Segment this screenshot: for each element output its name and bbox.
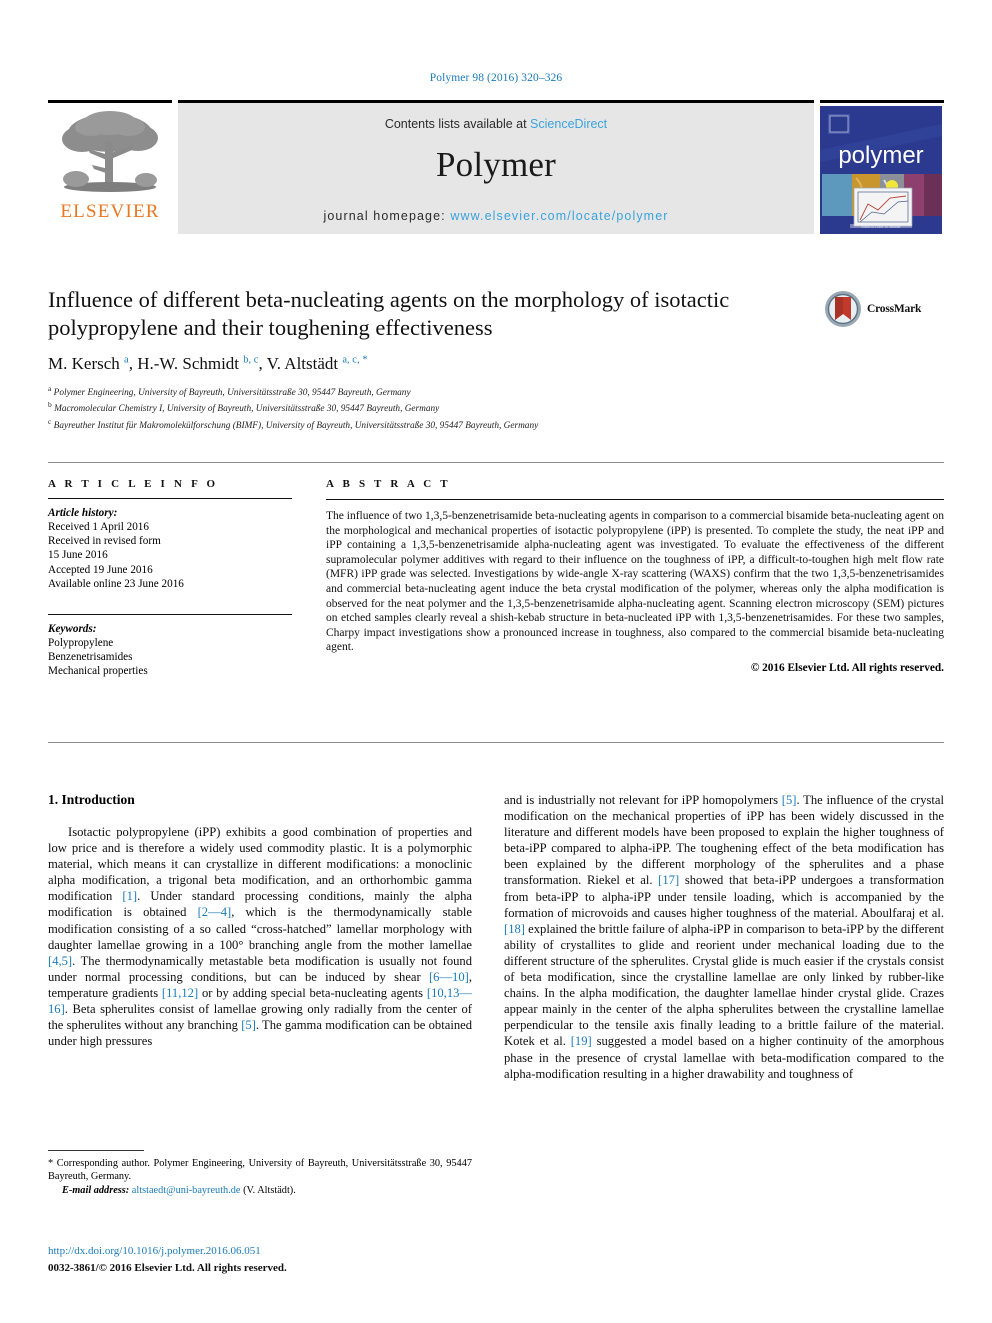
- keyword-item: Polypropylene: [48, 637, 114, 650]
- running-head-citation: Polymer 98 (2016) 320–326: [429, 72, 563, 84]
- svg-text:Editor-in-Chief: M. Moeller: Editor-in-Chief: M. Moeller: [861, 225, 901, 229]
- article-history-line: Accepted 19 June 2016: [48, 563, 153, 576]
- article-history-line: Available online 23 June 2016: [48, 577, 184, 590]
- journal-title: Polymer: [435, 145, 556, 184]
- doi-footer: http://dx.doi.org/10.1016/j.polymer.2016…: [48, 1244, 488, 1276]
- sciencedirect-link[interactable]: ScienceDirect: [530, 117, 607, 131]
- keyword-item: Mechanical properties: [48, 665, 148, 678]
- abstract-column: A B S T R A C T The influence of two 1,3…: [326, 478, 944, 674]
- corresponding-marker: *: [48, 1158, 54, 1169]
- affiliation-list: a Polymer Engineering, University of Bay…: [48, 383, 808, 432]
- svg-text:polymer: polymer: [838, 142, 923, 169]
- issn-copyright-line: 0032-3861/© 2016 Elsevier Ltd. All right…: [48, 1262, 287, 1274]
- keywords-lines: Polypropylene Benzenetrisamides Mechanical…: [48, 636, 292, 679]
- article-info-heading: A R T I C L E I N F O: [48, 478, 219, 490]
- footnote-divider: [48, 1150, 144, 1151]
- contents-prefix: Contents lists available at: [384, 117, 531, 131]
- corresponding-email-line: E-mail address: altstaedt@uni-bayreuth.d…: [48, 1184, 472, 1197]
- elsevier-logo-block: ELSEVIER: [48, 100, 172, 234]
- body-left-column: 1. Introduction Isotactic polypropylene …: [48, 792, 472, 1049]
- homepage-prefix: journal homepage:: [323, 209, 451, 223]
- article-header: Influence of different beta-nucleating a…: [48, 286, 808, 432]
- corresponding-detail: Corresponding author. Polymer Engineerin…: [48, 1158, 472, 1182]
- journal-article-page: Polymer 98 (2016) 320–326 ELSEVIER Conte…: [0, 0, 992, 1323]
- masthead-center: Contents lists available at ScienceDirec…: [178, 100, 814, 234]
- journal-cover-block: polymer Editor-in-Chief: M. Moeller: [820, 100, 944, 234]
- email-address-label: E-mail address:: [62, 1185, 130, 1196]
- corresponding-author-footnote: * Corresponding author. Polymer Engineer…: [48, 1150, 472, 1197]
- abstract-copyright: © 2016 Elsevier Ltd. All rights reserved…: [750, 661, 944, 674]
- article-info-column: A R T I C L E I N F O Article history: R…: [48, 478, 292, 679]
- article-info-rule: [48, 498, 292, 499]
- keywords-label: Keywords:: [48, 623, 97, 636]
- keyword-item: Benzenetrisamides: [48, 651, 133, 664]
- abstract-text: The influence of two 1,3,5-benzenetrisam…: [326, 510, 944, 654]
- article-history-line: 15 June 2016: [48, 549, 108, 562]
- info-section-top-rule: [48, 462, 944, 463]
- keywords-rule: [48, 614, 292, 616]
- elsevier-wordmark: ELSEVIER: [60, 201, 160, 222]
- journal-cover-thumbnail-icon: polymer Editor-in-Chief: M. Moeller: [820, 106, 942, 234]
- article-history-lines: Received 1 April 2016 Received in revised…: [48, 520, 292, 591]
- section-heading-introduction: 1. Introduction: [48, 792, 135, 807]
- article-history-line: Received 1 April 2016: [48, 521, 149, 533]
- author-list: M. Kersch a, H.-W. Schmidt b, c, V. Alts…: [48, 354, 368, 373]
- elsevier-tree-icon: [62, 111, 158, 192]
- journal-masthead: ELSEVIER Contents lists available at Sci…: [48, 100, 944, 234]
- article-history-line: Received in revised form: [48, 535, 161, 548]
- corresponding-author-text: * Corresponding author. Polymer Engineer…: [48, 1157, 472, 1183]
- affiliation-line: b Macromolecular Chemistry I, University…: [48, 400, 440, 415]
- journal-homepage-link[interactable]: www.elsevier.com/locate/polymer: [450, 209, 668, 223]
- intro-paragraph-left: Isotactic polypropylene (iPP) exhibits a…: [48, 825, 473, 1049]
- article-history-label: Article history:: [48, 507, 118, 519]
- affiliation-line: a Polymer Engineering, University of Bay…: [48, 384, 411, 399]
- article-title: Influence of different beta-nucleating a…: [48, 287, 730, 340]
- contents-available-line: Contents lists available at ScienceDirec…: [178, 103, 814, 131]
- crossmark-logo-icon: [825, 291, 861, 327]
- doi-link[interactable]: http://dx.doi.org/10.1016/j.polymer.2016…: [48, 1244, 488, 1258]
- affiliation-line: c Bayreuther Institut für Makromolekülfo…: [48, 416, 539, 431]
- crossmark-badge[interactable]: CrossMark: [824, 288, 934, 330]
- crossmark-label: CrossMark: [867, 303, 922, 315]
- intro-paragraph-right: and is industrially not relevant for iPP…: [504, 793, 944, 1081]
- abstract-rule: [326, 499, 944, 500]
- info-section-bottom-rule: [48, 742, 944, 743]
- abstract-heading: A B S T R A C T: [326, 478, 451, 490]
- body-right-column: and is industrially not relevant for iPP…: [504, 792, 944, 1082]
- journal-homepage-line: journal homepage: www.elsevier.com/locat…: [178, 209, 814, 223]
- email-owner: (V. Altstädt).: [243, 1185, 296, 1196]
- email-address-link[interactable]: altstaedt@uni-bayreuth.de: [132, 1185, 241, 1196]
